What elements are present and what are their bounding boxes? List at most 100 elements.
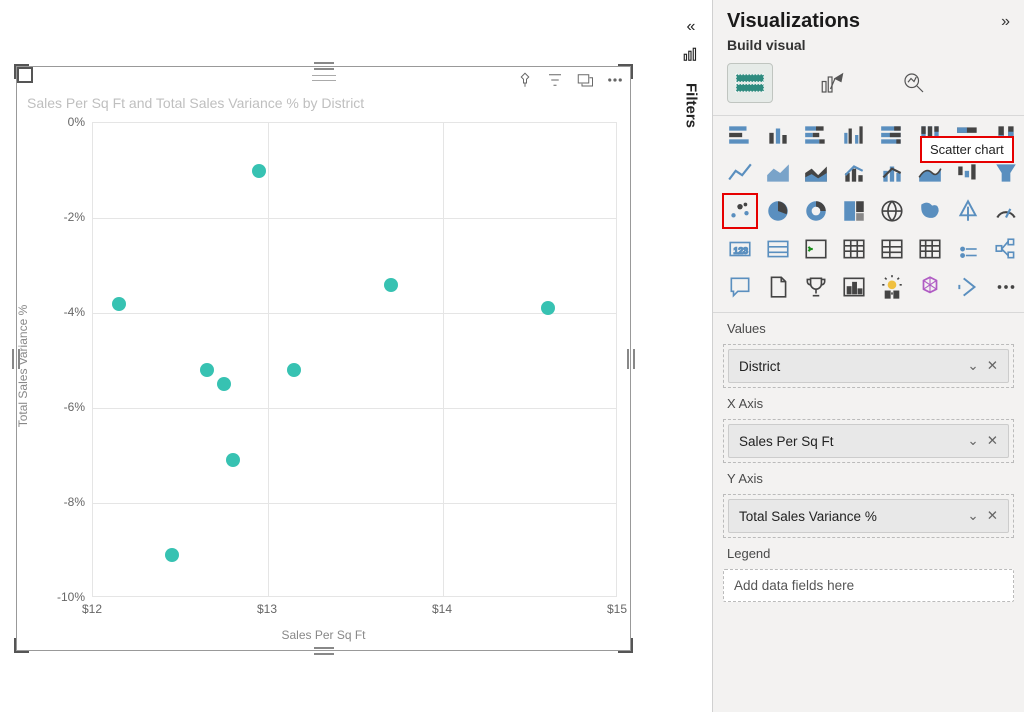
viz-power-apps[interactable]: [951, 270, 985, 304]
visualizations-panel: Visualizations » Build visual 123 Values…: [712, 0, 1024, 712]
chevron-down-icon[interactable]: ⌄: [967, 358, 978, 374]
viz-combo-line-col2[interactable]: [875, 156, 909, 190]
analytics-tab[interactable]: [891, 63, 937, 103]
data-point[interactable]: [541, 301, 555, 315]
collapse-panel-icon[interactable]: »: [1001, 13, 1010, 31]
chevron-down-icon[interactable]: ⌄: [967, 508, 978, 524]
data-point[interactable]: [217, 377, 231, 391]
viz-map[interactable]: [875, 194, 909, 228]
viz-shape-map[interactable]: [951, 194, 985, 228]
remove-field-icon[interactable]: ✕: [987, 433, 998, 449]
viz-trophy[interactable]: [799, 270, 833, 304]
data-point[interactable]: [287, 363, 301, 377]
viz-line[interactable]: [723, 156, 757, 190]
viz-treemap[interactable]: [837, 194, 871, 228]
y-tick-label: -2%: [64, 210, 85, 224]
viz-table-icon[interactable]: [837, 232, 871, 266]
xaxis-field-well[interactable]: Sales Per Sq Ft ⌄ ✕: [728, 424, 1009, 458]
viz-area[interactable]: [761, 156, 795, 190]
viz-matrix[interactable]: [875, 232, 909, 266]
viz-multi-row[interactable]: [799, 232, 833, 266]
viz-clustered-column[interactable]: [761, 118, 795, 152]
yaxis-field-text: Total Sales Variance %: [739, 509, 877, 524]
x-tick-label: $15: [607, 602, 627, 616]
viz-matrix2[interactable]: [913, 232, 947, 266]
viz-card[interactable]: 123: [723, 232, 757, 266]
data-point[interactable]: [226, 453, 240, 467]
focus-mode-icon[interactable]: [576, 71, 594, 89]
y-tick-label: -10%: [57, 590, 85, 604]
data-point[interactable]: [165, 548, 179, 562]
resize-handle-br[interactable]: [618, 638, 633, 653]
data-point[interactable]: [252, 164, 266, 178]
y-tick-label: -4%: [64, 305, 85, 319]
build-visual-label: Build visual: [713, 35, 1024, 63]
resize-handle-b[interactable]: [314, 647, 334, 655]
filters-icon[interactable]: [682, 46, 700, 69]
values-field-well[interactable]: District ⌄ ✕: [728, 349, 1009, 383]
viz-py-visual[interactable]: [913, 270, 947, 304]
more-options-icon[interactable]: [606, 71, 624, 89]
viz-stacked-bar-h2[interactable]: [799, 118, 833, 152]
gridline: [443, 123, 444, 596]
chart-visual-frame[interactable]: Sales Per Sq Ft and Total Sales Variance…: [16, 66, 631, 651]
gridline: [93, 313, 616, 314]
build-visual-tab[interactable]: [727, 63, 773, 103]
plot-area: [92, 122, 617, 597]
gridline: [93, 503, 616, 504]
yaxis-field-well[interactable]: Total Sales Variance % ⌄ ✕: [728, 499, 1009, 533]
remove-field-icon[interactable]: ✕: [987, 508, 998, 524]
filters-pane-collapsed[interactable]: « Filters: [680, 18, 702, 128]
scatter-chart-tooltip: Scatter chart: [920, 136, 1014, 163]
resize-handle-r[interactable]: [627, 349, 635, 369]
y-tick-label: 0%: [68, 115, 85, 129]
y-tick-label: -6%: [64, 400, 85, 414]
data-point[interactable]: [112, 297, 126, 311]
viz-report[interactable]: [761, 270, 795, 304]
resize-handle-bl[interactable]: [14, 638, 29, 653]
chart-toolbar: [516, 71, 624, 89]
legend-placeholder: Add data fields here: [734, 578, 854, 593]
xaxis-label: X Axis: [727, 396, 1010, 411]
viz-pie[interactable]: [761, 194, 795, 228]
viz-stacked-bar-100[interactable]: [875, 118, 909, 152]
viz-chat[interactable]: [723, 270, 757, 304]
panel-title: Visualizations: [727, 10, 860, 33]
data-point[interactable]: [384, 278, 398, 292]
viz-key-influencers[interactable]: [837, 270, 871, 304]
x-axis-label: Sales Per Sq Ft: [281, 628, 365, 642]
drag-handle[interactable]: [312, 75, 336, 81]
filter-icon[interactable]: [546, 71, 564, 89]
viz-stacked-area[interactable]: [799, 156, 833, 190]
viz-donut[interactable]: [799, 194, 833, 228]
x-tick-label: $14: [432, 602, 452, 616]
y-axis-label: Total Sales Variance %: [16, 304, 30, 427]
values-label: Values: [727, 321, 1010, 336]
gridline: [93, 408, 616, 409]
viz-combo-line-col[interactable]: [837, 156, 871, 190]
viz-narrative[interactable]: [875, 270, 909, 304]
resize-handle-t[interactable]: [314, 62, 334, 70]
expand-filters-icon[interactable]: «: [687, 18, 696, 36]
gridline: [268, 123, 269, 596]
pin-icon[interactable]: [516, 71, 534, 89]
viz-clustered-column2[interactable]: [837, 118, 871, 152]
yaxis-label: Y Axis: [727, 471, 1010, 486]
filters-label: Filters: [683, 83, 700, 128]
viz-decomp[interactable]: [989, 232, 1023, 266]
viz-kpi[interactable]: [761, 232, 795, 266]
legend-field-well[interactable]: Add data fields here: [723, 569, 1014, 602]
viz-filled-map[interactable]: [913, 194, 947, 228]
viz-r-visual[interactable]: [951, 232, 985, 266]
resize-handle-tl[interactable]: [14, 64, 29, 79]
viz-stacked-bar-h[interactable]: [723, 118, 757, 152]
viz-scatter[interactable]: [723, 194, 757, 228]
remove-field-icon[interactable]: ✕: [987, 358, 998, 374]
format-visual-tab[interactable]: [809, 63, 855, 103]
y-tick-label: -8%: [64, 495, 85, 509]
chevron-down-icon[interactable]: ⌄: [967, 433, 978, 449]
viz-more-icon[interactable]: [989, 270, 1023, 304]
viz-gauge[interactable]: [989, 194, 1023, 228]
data-point[interactable]: [200, 363, 214, 377]
chart-title: Sales Per Sq Ft and Total Sales Variance…: [27, 95, 364, 111]
